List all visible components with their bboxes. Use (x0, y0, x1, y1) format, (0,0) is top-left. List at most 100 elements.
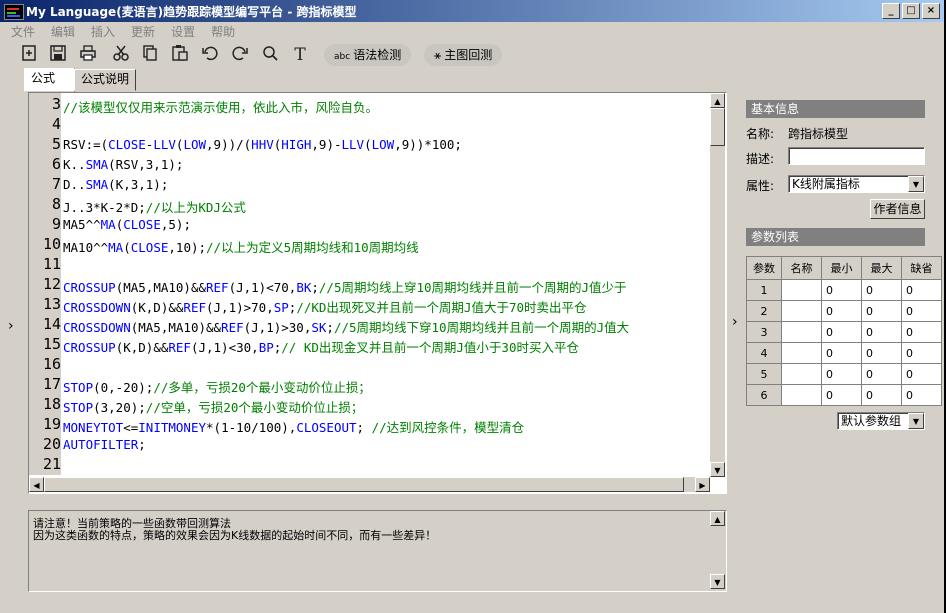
param-table-header: 参数 名称 最小 最大 缺省 (746, 256, 942, 280)
collapse-right-icon[interactable]: › (732, 314, 738, 330)
search-icon[interactable] (259, 44, 281, 66)
code-line[interactable]: STOP(3,20);//空单，亏损20个最小变动价位止损； (63, 397, 363, 416)
new-file-icon[interactable] (18, 44, 40, 66)
code-line[interactable]: STOP(0,-20);//多单，亏损20个最小变动价位止损； (63, 377, 371, 396)
code-line[interactable]: CROSSUP(MA5,MA10)&&REF(J,1)<70,BK;//5周期均… (63, 277, 627, 296)
code-line[interactable]: //该模型仅仅用来示范演示使用，依此入市，风险自负。 (63, 97, 378, 116)
param-default-cell[interactable]: 0 (901, 384, 942, 406)
menu-settings[interactable]: 设置 (160, 22, 200, 40)
param-min-cell[interactable]: 0 (821, 384, 862, 406)
code-keyword: CLOSE (123, 217, 161, 232)
param-name-cell[interactable] (781, 384, 822, 406)
code-line[interactable]: RSV:=(CLOSE-LLV(LOW,9))/(HHV(HIGH,9)-LLV… (63, 137, 462, 152)
menu-update[interactable]: 更新 (120, 22, 160, 40)
code-line[interactable]: MONEYTOT<=INITMONEY*(1-10/100),CLOSEOUT;… (63, 417, 524, 436)
code-line[interactable]: CROSSDOWN(K,D)&&REF(J,1)>70,SP;//KD出现死叉并… (63, 297, 587, 316)
scroll-thumb[interactable] (710, 108, 725, 146)
param-name-cell[interactable] (781, 342, 822, 364)
param-name-cell[interactable] (781, 279, 822, 301)
code-line[interactable]: J..3*K-2*D;//以上为KDJ公式 (63, 197, 246, 216)
undo-icon[interactable] (199, 44, 221, 66)
param-index: 6 (746, 384, 782, 406)
code-text: (J,1)<30, (190, 340, 259, 355)
param-min-cell[interactable]: 0 (821, 300, 862, 322)
param-name-cell[interactable] (781, 300, 822, 322)
menu-file[interactable]: 文件 (0, 22, 40, 40)
code-keyword: CROSSUP (63, 340, 116, 355)
param-default-cell[interactable]: 0 (901, 363, 942, 385)
scroll-down-icon[interactable]: ▼ (710, 462, 725, 477)
cut-icon[interactable] (110, 44, 132, 66)
message-scrollbar[interactable]: ▲ ▼ (710, 511, 725, 589)
param-row: 2000 (746, 300, 942, 322)
code-line[interactable]: CROSSUP(K,D)&&REF(J,1)<30,BP;// KD出现金叉并且… (63, 337, 579, 356)
syntax-check-button[interactable]: abc 语法检测 (324, 44, 412, 66)
code-text: MA5^^ (63, 217, 101, 232)
print-icon[interactable] (77, 44, 99, 66)
param-min-cell[interactable]: 0 (821, 321, 862, 343)
param-name-cell[interactable] (781, 363, 822, 385)
hscroll-thumb[interactable] (44, 477, 684, 492)
scroll-right-icon[interactable]: ▶ (695, 477, 710, 492)
code-line[interactable]: MA10^^MA(CLOSE,10);//以上为定义5周期均线和10周期均线 (63, 237, 419, 256)
paste-icon[interactable] (169, 44, 191, 66)
param-max-cell[interactable]: 0 (861, 321, 902, 343)
param-max-cell[interactable]: 0 (861, 384, 902, 406)
param-row: 5000 (746, 363, 942, 385)
param-max-cell[interactable]: 0 (861, 363, 902, 385)
scroll-up-icon[interactable]: ▲ (710, 93, 725, 108)
param-name-cell[interactable] (781, 321, 822, 343)
scroll-left-icon[interactable]: ◀ (29, 477, 44, 492)
param-default-cell[interactable]: 0 (901, 300, 942, 322)
param-max-cell[interactable]: 0 (861, 342, 902, 364)
description-input[interactable] (788, 147, 925, 165)
window-title: My Language(麦语言)趋势跟踪模型编写平台 - 跨指标模型 (26, 5, 357, 19)
maximize-button[interactable]: □ (902, 3, 920, 19)
code-area[interactable]: //该模型仅仅用来示范演示使用，依此入市，风险自负。 RSV:=(CLOSE-LL… (63, 93, 708, 475)
param-default-cell[interactable]: 0 (901, 342, 942, 364)
attribute-select[interactable]: K线附属指标 ▼ (788, 175, 925, 193)
param-default-cell[interactable]: 0 (901, 321, 942, 343)
code-text: ,9)- (311, 137, 342, 152)
code-line[interactable]: AUTOFILTER; (63, 437, 146, 452)
param-max-cell[interactable]: 0 (861, 279, 902, 301)
save-icon[interactable] (47, 44, 69, 66)
menu-insert[interactable]: 插入 (80, 22, 120, 40)
param-default-cell[interactable]: 0 (901, 279, 942, 301)
tab-formula-description[interactable]: 公式说明 (74, 69, 136, 91)
copy-icon[interactable] (139, 44, 161, 66)
param-max-cell[interactable]: 0 (861, 300, 902, 322)
code-keyword: SK (311, 320, 327, 335)
param-min-cell[interactable]: 0 (821, 342, 862, 364)
message-line-2: 因为这类函数的特点，策略的效果会因为K线数据的起始时间不同，而有一些差异！ (33, 529, 437, 542)
tab-formula[interactable]: 公式 (24, 68, 75, 92)
editor-horizontal-scrollbar[interactable]: ◀ ▶ (29, 477, 710, 492)
collapse-left-icon[interactable]: › (8, 318, 14, 334)
code-line[interactable]: CROSSDOWN(MA5,MA10)&&REF(J,1)>30,SK;//5周… (63, 317, 629, 336)
code-line[interactable]: MA5^^MA(CLOSE,5); (63, 217, 191, 232)
param-index: 1 (746, 279, 782, 301)
param-group-dropdown-icon[interactable]: ▼ (908, 413, 924, 429)
code-line[interactable]: K..SMA(RSV,3,1); (63, 157, 183, 172)
code-line[interactable]: D..SMA(K,3,1); (63, 177, 168, 192)
param-min-cell[interactable]: 0 (821, 279, 862, 301)
attribute-dropdown-icon[interactable]: ▼ (908, 176, 924, 192)
menu-help[interactable]: 帮助 (200, 22, 240, 40)
minimize-button[interactable]: _ (882, 3, 900, 19)
message-scroll-up-icon[interactable]: ▲ (710, 511, 725, 526)
param-group-select[interactable]: 默认参数组 ▼ (837, 412, 925, 430)
menu-edit[interactable]: 编辑 (40, 22, 80, 40)
close-button[interactable]: × (922, 3, 940, 19)
param-index: 5 (746, 363, 782, 385)
redo-icon[interactable] (229, 44, 251, 66)
code-keyword: LOW (371, 137, 395, 152)
font-icon[interactable]: T (289, 44, 311, 66)
title-bar[interactable]: My Language(麦语言)趋势跟踪模型编写平台 - 跨指标模型 _ □ × (0, 0, 944, 22)
editor-vertical-scrollbar[interactable]: ▲ ▼ (710, 93, 725, 477)
message-scroll-down-icon[interactable]: ▼ (710, 574, 725, 589)
code-keyword: CROSSUP (63, 280, 116, 295)
code-editor[interactable]: 3 4 5 6 7 8 9 10 11 12 13 14 15 16 17 18 19 20 21 //该模型仅仅用… (28, 92, 727, 494)
param-min-cell[interactable]: 0 (821, 363, 862, 385)
author-info-button[interactable]: 作者信息 (870, 199, 925, 219)
main-chart-backtest-button[interactable]: ⚹ 主图回测 (424, 44, 503, 66)
